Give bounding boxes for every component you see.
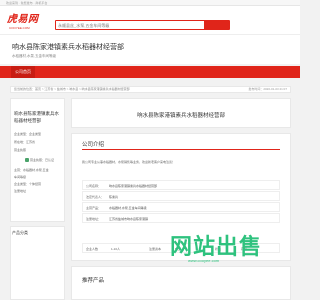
license-status: 营业执照：已认证	[30, 158, 55, 162]
sidebar-list-item: 企业类型：个体经营	[14, 182, 42, 186]
product-category-card	[10, 226, 65, 300]
intro-divider	[82, 149, 280, 150]
watermark-sub: www.cooyee.com	[188, 258, 220, 263]
info-row: 注册地址： 江苏省盐城市响水县陈家港镇	[82, 213, 280, 223]
info-value: 水稻器材,水泵,五金车间等级	[109, 206, 147, 210]
stat-label: 企业人数	[86, 247, 99, 251]
stat-value: 1-10人	[111, 247, 121, 251]
company-subtitle: 水稻器材,水泵,五金车间等级	[12, 54, 56, 58]
recommended-products-title: 推荐产品	[82, 278, 105, 284]
sidebar-list-item: 车间等级	[14, 175, 27, 179]
product-category-title: 产品分类	[12, 230, 28, 235]
company-name: 响水县陈家港镇素兵水稻器材经营部	[12, 44, 124, 51]
intro-title: 公司介绍	[82, 142, 105, 148]
sidebar-row: 所在地：江苏省	[14, 140, 36, 144]
info-label: 注册地址：	[86, 217, 102, 221]
for-sale-watermark: 网站出售 www.cooyee.com	[170, 236, 296, 266]
site-logo-sub: COOYEE.COM	[9, 26, 30, 30]
info-row: 公司名称： 响水县陈家港镇素兵水稻器材经营部	[82, 180, 280, 190]
info-label: 主营产品：	[86, 206, 102, 210]
sidebar-row: 企业类型：企业类型	[14, 132, 42, 136]
site-logo[interactable]: 虎易网	[7, 15, 39, 25]
site-header: 虎易网 COOYEE.COM	[0, 6, 300, 34]
search-button[interactable]	[204, 21, 229, 29]
info-label: 公司名称：	[86, 184, 102, 188]
breadcrumb-text[interactable]: 您当前的位置：首页 > 江苏省 > 盐城市 > 响水县 > 响水县陈家港镇素兵水…	[14, 87, 130, 91]
intro-text: 我公司专业从事水稻器材，水泵销售等业务，欢迎新老客户来电洽谈！	[82, 160, 176, 164]
watermark-text: 网站出售	[170, 234, 263, 259]
info-label: 法定代表人：	[86, 195, 105, 199]
main-nav	[0, 66, 300, 78]
info-value: 响水县陈家港镇素兵水稻器材经营部	[109, 184, 158, 188]
info-value: 陈素兵	[109, 195, 119, 199]
nav-home[interactable]: 公司首页	[11, 66, 35, 78]
info-row: 法定代表人： 陈素兵	[82, 191, 280, 201]
publish-time: 发布时间：2020-01-03 21:07	[248, 87, 287, 91]
info-row: 主营产品： 水稻器材,水泵,五金车间等级	[82, 202, 280, 212]
sidebar-list-item: 主营：水稻器材,水泵,五金	[14, 168, 49, 172]
search-input[interactable]	[58, 22, 178, 29]
search-box	[55, 20, 230, 30]
sidebar-list-item: 注册地址	[14, 189, 27, 193]
sidebar-row: 营业执照	[14, 148, 27, 152]
breadcrumb: 您当前的位置：首页 > 江苏省 > 盐城市 > 响水县 > 响水县陈家港镇素兵水…	[10, 86, 291, 93]
sidebar-company-name: 响水县陈家港镇素兵水稻器材经营部	[14, 111, 59, 123]
verified-badge-icon	[25, 158, 29, 162]
stat-label: 注册资本	[149, 247, 162, 251]
info-value: 江苏省盐城市响水县陈家港镇	[109, 217, 149, 221]
page-title: 响水县陈家港镇素兵水稻器材经营部	[136, 113, 225, 119]
